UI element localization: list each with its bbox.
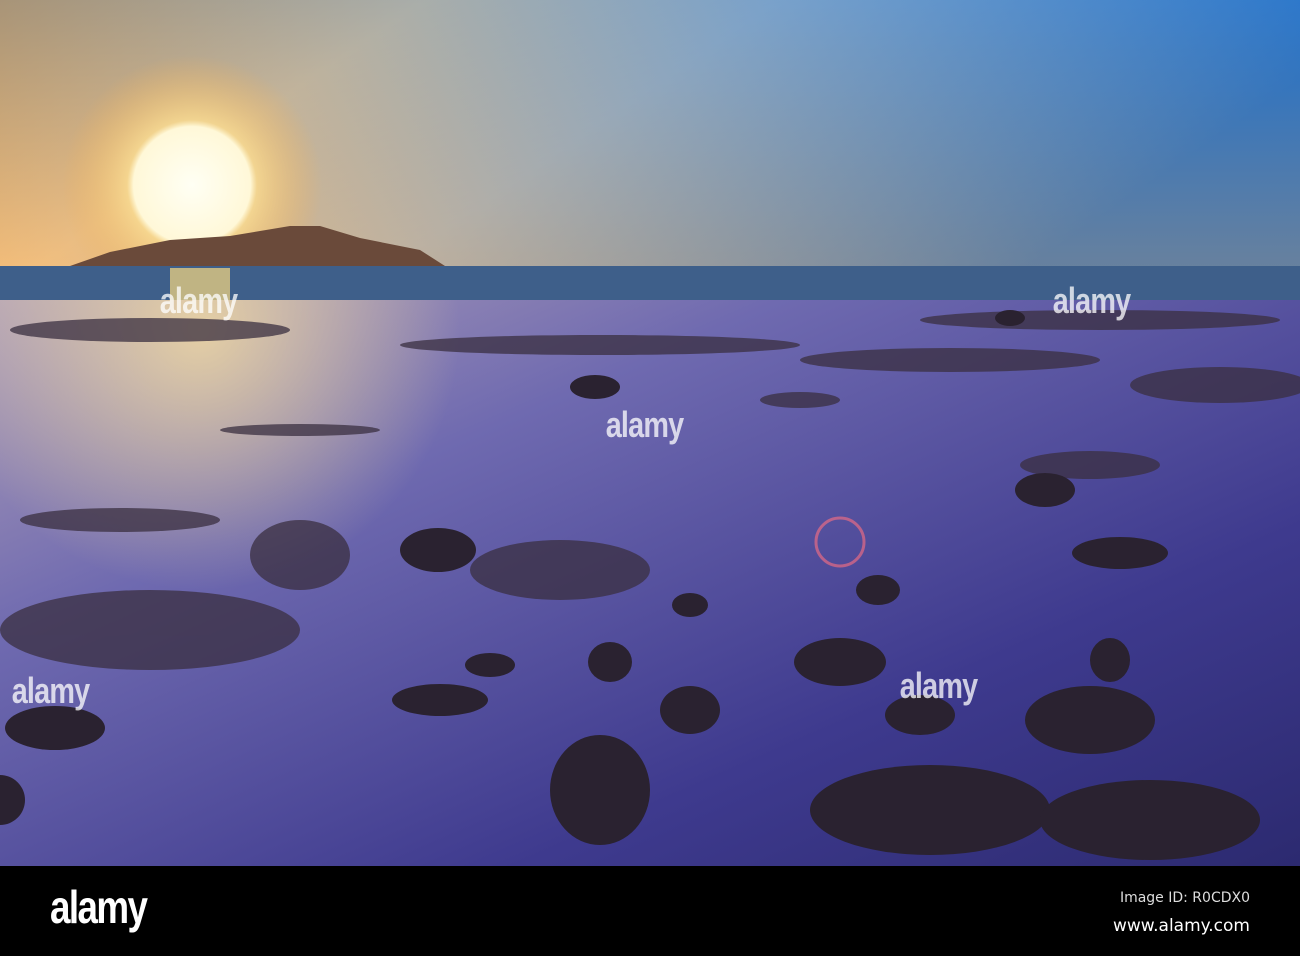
watermark: alamy xyxy=(1052,280,1131,321)
footer-bar: alamy Image ID: R0CDX0 www.alamy.com xyxy=(0,866,1300,956)
alamy-logo: alamy xyxy=(50,881,148,933)
watermark: alamy xyxy=(11,670,90,711)
stock-photo: alamy alamy alamy alamy alamy alamy Imag… xyxy=(0,0,1300,956)
site-url: www.alamy.com xyxy=(1112,916,1250,936)
watermark: alamy xyxy=(899,665,978,706)
watermark: alamy xyxy=(605,404,684,445)
image-id: Image ID: R0CDX0 xyxy=(1119,890,1250,906)
watermark: alamy xyxy=(159,280,238,321)
